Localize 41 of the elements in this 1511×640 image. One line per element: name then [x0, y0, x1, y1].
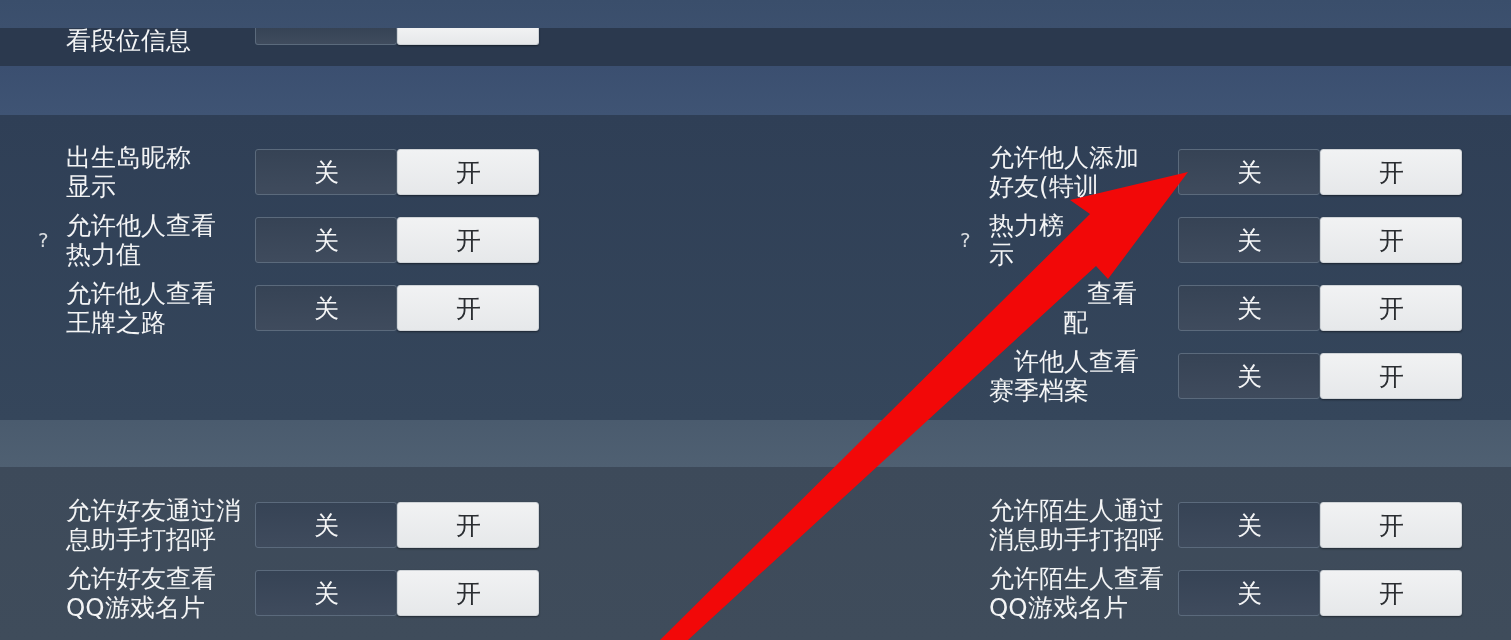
- toggle-option[interactable]: 开: [397, 149, 539, 195]
- setting-label: 允许陌生人查看 QQ游戏名片: [989, 564, 1164, 622]
- toggle-option[interactable]: 开: [397, 502, 539, 548]
- setting-label: 示: [989, 240, 1014, 269]
- toggle-option[interactable]: 开: [1320, 570, 1462, 616]
- toggle-option[interactable]: 开: [397, 285, 539, 331]
- setting-label: 配: [1062, 308, 1088, 337]
- toggle-option[interactable]: [255, 28, 397, 45]
- toggle-option[interactable]: 关: [255, 217, 397, 263]
- setting-label: 允许他人添加: [989, 143, 1139, 172]
- toggle-option[interactable]: 关: [1178, 149, 1320, 195]
- setting-label: 好友(特训: [989, 172, 1099, 201]
- setting-label: 出生岛昵称 显示: [66, 143, 191, 201]
- toggle-option[interactable]: 关: [1178, 285, 1320, 331]
- setting-label: 允许好友查看 QQ游戏名片: [66, 564, 216, 622]
- toggle-option[interactable]: 关: [255, 570, 397, 616]
- setting-label: 允许他人查看 王牌之路: [66, 279, 216, 337]
- toggle-option[interactable]: 开: [1320, 285, 1462, 331]
- setting-label: 允许好友通过消 息助手打招呼: [66, 496, 241, 554]
- toggle-option[interactable]: 关: [255, 285, 397, 331]
- toggle-option[interactable]: 关: [1178, 353, 1320, 399]
- setting-label: 允许陌生人通过 消息助手打招呼: [989, 496, 1164, 554]
- help-mark[interactable]: ?: [38, 229, 49, 251]
- toggle-option[interactable]: 关: [1178, 570, 1320, 616]
- toggle-option[interactable]: 开: [1320, 149, 1462, 195]
- setting-label: 许他人查看: [1013, 347, 1139, 376]
- toggle-option[interactable]: 开: [397, 217, 539, 263]
- toggle-option[interactable]: 开: [397, 570, 539, 616]
- toggle-option[interactable]: 开: [1320, 217, 1462, 263]
- toggle-option[interactable]: 开: [1320, 502, 1462, 548]
- toggle-option[interactable]: 关: [255, 502, 397, 548]
- toggle-option[interactable]: 关: [255, 149, 397, 195]
- help-mark[interactable]: ?: [960, 229, 971, 251]
- toggle-option[interactable]: 开: [1320, 353, 1462, 399]
- setting-label: 看段位信息: [66, 28, 191, 54]
- toggle-option[interactable]: 关: [1178, 502, 1320, 548]
- toggle-option[interactable]: 关: [1178, 217, 1320, 263]
- setting-label: 允许他人查看 热力值: [66, 211, 216, 269]
- setting-label: 热力榜: [989, 211, 1064, 240]
- setting-label: 查看: [1087, 279, 1137, 308]
- setting-label: 赛季档案: [989, 376, 1089, 405]
